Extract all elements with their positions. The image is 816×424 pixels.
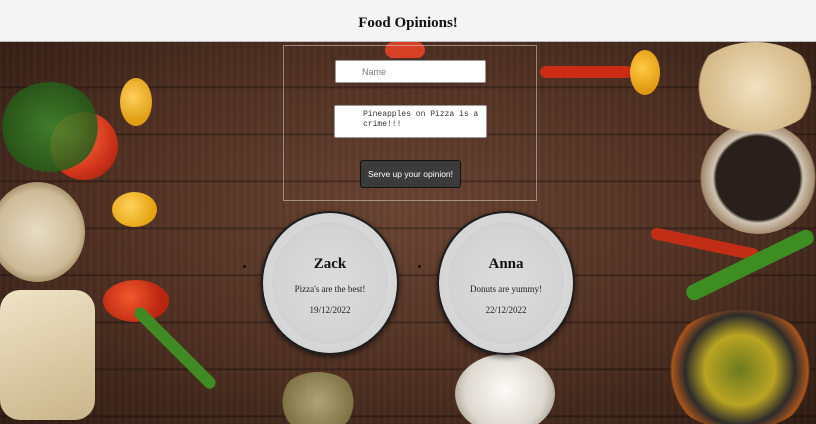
page-title: Food Opinions! — [358, 15, 458, 31]
opinion-text: Pizza's are the best! — [294, 284, 366, 294]
opinion-author: Anna — [488, 256, 524, 272]
opinion-card: Anna Donuts are yummy! 22/12/2022 — [437, 211, 575, 355]
opinion-card: Zack Pizza's are the best! 19/12/2022 — [261, 211, 399, 355]
opinion-author: Zack — [313, 256, 347, 272]
page-header: Food Opinions! — [0, 0, 816, 42]
opinion-date: 22/12/2022 — [485, 305, 527, 315]
opinion-date: 19/12/2022 — [309, 305, 351, 315]
submit-opinion-button[interactable]: Serve up your opinion! — [360, 160, 461, 188]
opinion-text: Donuts are yummy! — [470, 284, 542, 294]
separator-dot — [243, 265, 246, 268]
name-input[interactable] — [335, 60, 486, 83]
separator-dot — [418, 265, 421, 268]
opinion-textarea[interactable]: Pineapples on Pizza is a crime!!! — [334, 105, 487, 138]
